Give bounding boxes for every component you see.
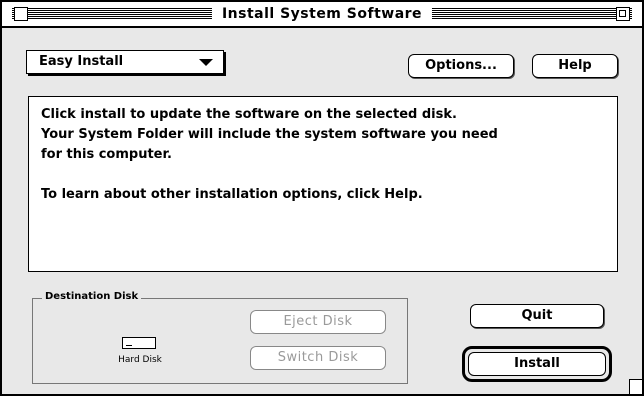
help-button[interactable]: Help bbox=[532, 54, 618, 78]
zoom-box-icon[interactable] bbox=[616, 7, 630, 21]
destination-disk-label: Destination Disk bbox=[42, 290, 142, 304]
message-line-2: Your System Folder will include the syst… bbox=[41, 127, 498, 142]
install-button[interactable]: Install bbox=[468, 352, 606, 376]
install-type-value: Easy Install bbox=[39, 54, 124, 69]
hard-disk-icon[interactable] bbox=[122, 337, 156, 349]
hard-disk-name: Hard Disk bbox=[118, 355, 162, 365]
window-title: Install System Software bbox=[211, 4, 433, 24]
quit-button[interactable]: Quit bbox=[470, 304, 604, 328]
eject-disk-button[interactable]: Eject Disk bbox=[250, 310, 386, 334]
options-button[interactable]: Options... bbox=[408, 54, 514, 78]
message-box: Click install to update the software on … bbox=[28, 96, 618, 272]
title-bar[interactable]: Install System Software bbox=[2, 2, 642, 28]
install-type-popup[interactable]: Easy Install bbox=[26, 50, 224, 74]
close-box-icon[interactable] bbox=[14, 7, 28, 21]
size-box-icon[interactable] bbox=[629, 379, 642, 394]
message-line-3: for this computer. bbox=[41, 147, 172, 162]
install-window: Install System Software Easy Install Opt… bbox=[0, 0, 644, 396]
window-content: Easy Install Options... Help Click insta… bbox=[2, 28, 642, 394]
message-line-1: Click install to update the software on … bbox=[41, 107, 457, 122]
message-line-4: To learn about other installation option… bbox=[41, 187, 423, 202]
switch-disk-button[interactable]: Switch Disk bbox=[250, 346, 386, 370]
popup-arrow-icon bbox=[199, 59, 213, 66]
